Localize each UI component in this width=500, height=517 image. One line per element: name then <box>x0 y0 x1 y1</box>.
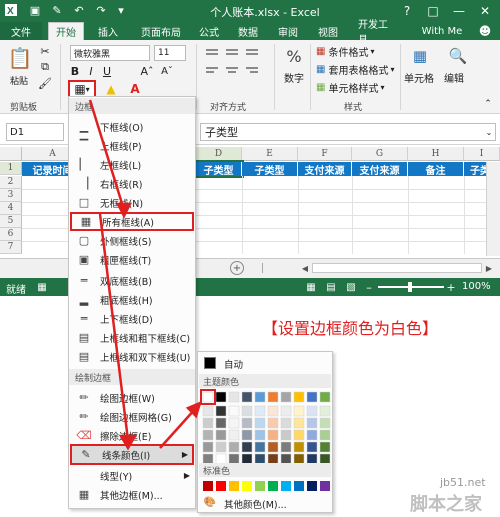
watermark-site: jb51.net <box>440 476 486 489</box>
arrow-to-line-color <box>98 213 130 441</box>
arrow-to-white-swatch <box>159 407 197 449</box>
arrow-head-icon <box>115 202 133 219</box>
arrow-head-icon <box>118 434 138 451</box>
arrow-to-all-borders <box>88 99 126 211</box>
tutorial-arrows <box>88 99 202 451</box>
watermark-brand: 脚本之家 <box>410 494 482 515</box>
